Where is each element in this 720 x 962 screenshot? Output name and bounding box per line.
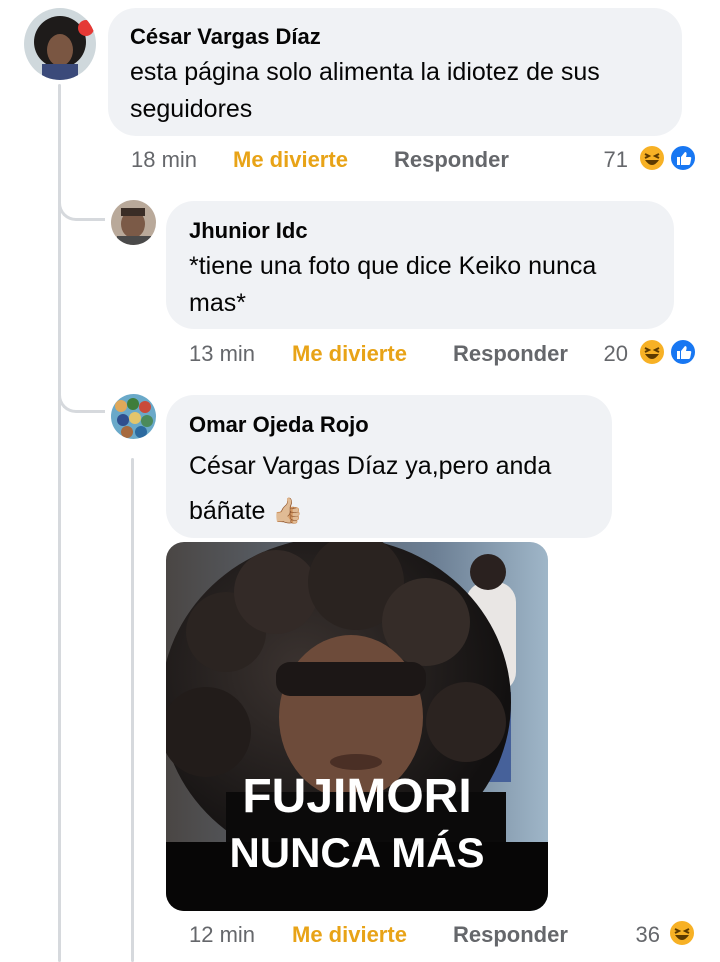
- thread-line-reply: [131, 458, 134, 962]
- like-icon: [669, 338, 697, 366]
- comment-text-line: *tiene una foto que dice Keiko nunca: [189, 252, 597, 280]
- image-caption-line1: FUJIMORI: [242, 770, 471, 823]
- haha-reaction-button[interactable]: Me divierte: [292, 341, 407, 367]
- thumbs-up-emoji-icon: 👍🏼: [272, 497, 304, 525]
- haha-reaction-button[interactable]: Me divierte: [292, 922, 407, 948]
- image-caption-line2: NUNCA MÁS: [229, 829, 484, 876]
- comment-text-line: esta página solo alimenta la idiotez de …: [130, 58, 600, 86]
- reply-button[interactable]: Responder: [394, 147, 509, 173]
- thread-line-main: [58, 84, 61, 962]
- thread-connector-2: [58, 380, 105, 413]
- comment-time[interactable]: 18 min: [131, 147, 197, 173]
- comment-text-line: mas*: [189, 289, 246, 317]
- comment-text-line: seguidores: [130, 95, 253, 123]
- comment-author[interactable]: Omar Ojeda Rojo: [189, 412, 369, 438]
- like-icon: [669, 144, 697, 172]
- thread-connector-1: [58, 188, 105, 221]
- haha-reaction-button[interactable]: Me divierte: [233, 147, 348, 173]
- reply-button[interactable]: Responder: [453, 341, 568, 367]
- reaction-count[interactable]: 71: [590, 147, 628, 173]
- comment-time[interactable]: 13 min: [189, 341, 255, 367]
- comment-text-word: báñate: [189, 497, 266, 525]
- attached-photo[interactable]: FUJIMORI NUNCA MÁS: [166, 542, 548, 911]
- reaction-count[interactable]: 20: [592, 341, 628, 367]
- haha-icon: [638, 144, 666, 172]
- comment-text-line: César Vargas Díaz ya,pero anda: [189, 452, 552, 480]
- comment-text-line: báñate 👍🏼: [189, 489, 609, 534]
- comment-author[interactable]: Jhunior Idc: [189, 218, 308, 244]
- comment-text: esta página solo alimenta la idiotez de …: [130, 54, 675, 128]
- avatar[interactable]: [24, 8, 96, 80]
- comment-text: *tiene una foto que dice Keiko nunca mas…: [189, 248, 669, 322]
- comment-time[interactable]: 12 min: [189, 922, 255, 948]
- comment-author[interactable]: César Vargas Díaz: [130, 24, 321, 50]
- reaction-count[interactable]: 36: [622, 922, 660, 948]
- avatar[interactable]: [111, 394, 156, 439]
- haha-icon: [638, 338, 666, 366]
- avatar[interactable]: [111, 200, 156, 245]
- comment-text: César Vargas Díaz ya,pero anda báñate 👍🏼: [189, 444, 609, 534]
- haha-icon: [668, 919, 696, 947]
- reply-button[interactable]: Responder: [453, 922, 568, 948]
